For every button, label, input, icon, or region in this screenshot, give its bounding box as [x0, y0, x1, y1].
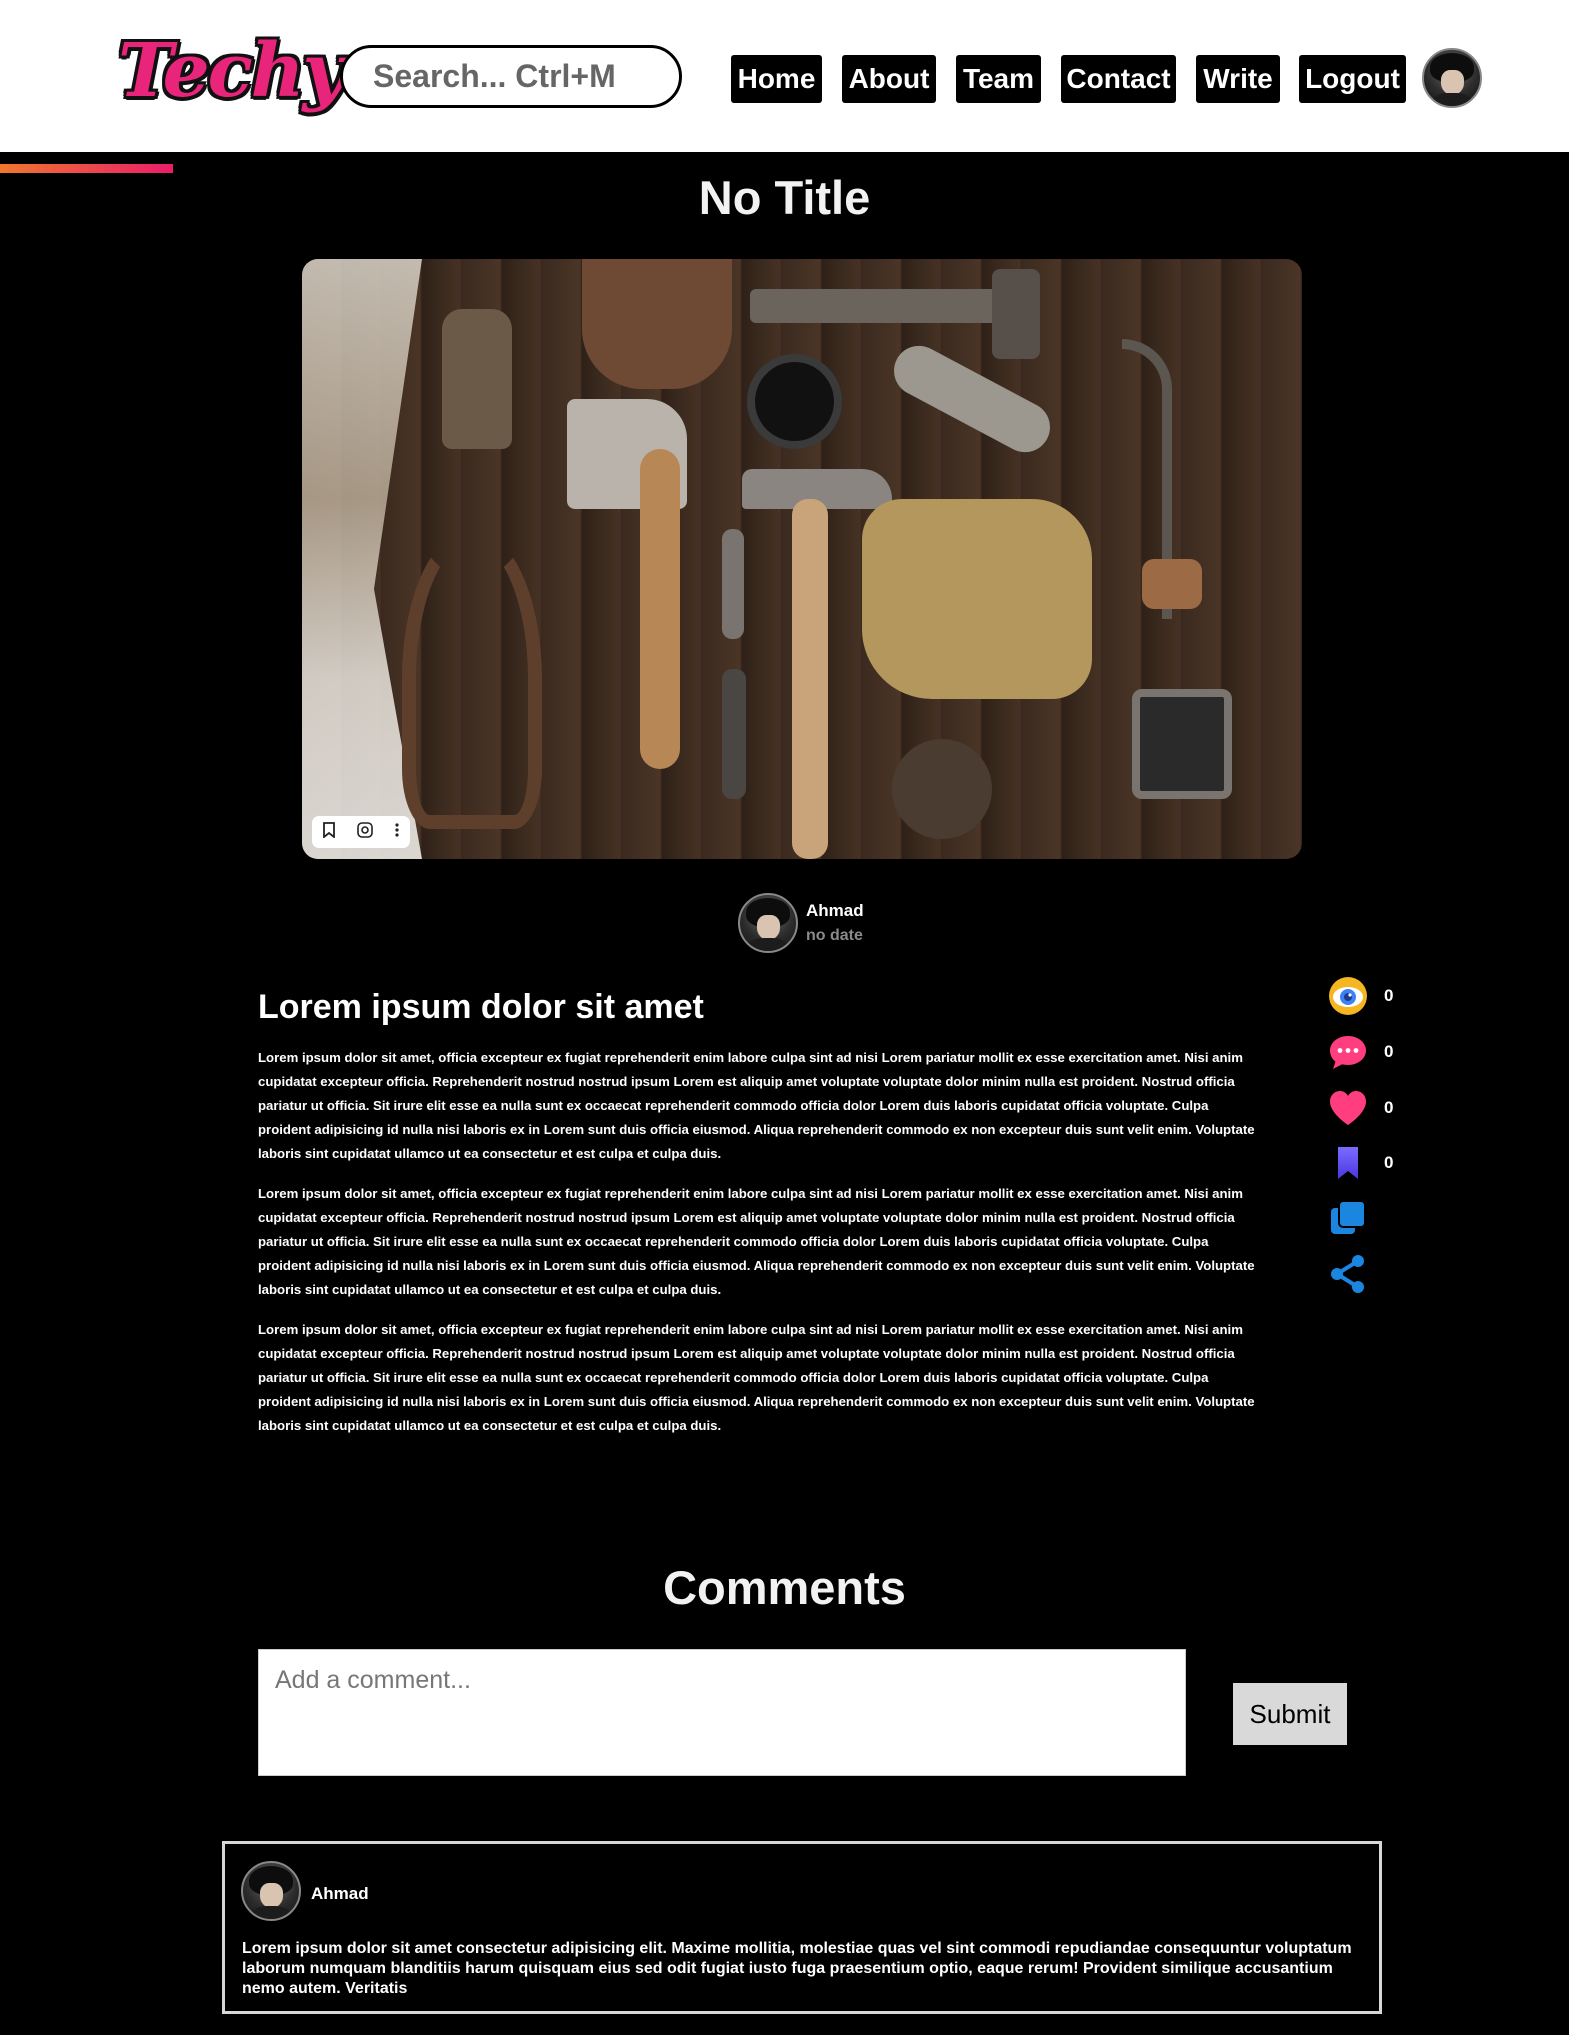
nav-about[interactable]: About [842, 55, 936, 103]
image-toolbar [312, 816, 410, 848]
more-vertical-icon[interactable] [394, 822, 400, 843]
bookmark-icon[interactable] [322, 821, 336, 843]
bookmarks-stat[interactable]: 0 [1328, 1141, 1428, 1185]
leather-pouch-shape [582, 259, 732, 389]
eye-icon [1329, 977, 1367, 1015]
ice-tongs-shape [402, 529, 542, 829]
axe-handle-shape [640, 449, 680, 769]
utility-knife-shape [722, 669, 746, 799]
pocket-knife-shape [722, 529, 744, 639]
nav-team[interactable]: Team [956, 55, 1041, 103]
author-avatar[interactable] [738, 893, 798, 953]
commenter-name[interactable]: Ahmad [311, 1884, 369, 1904]
user-avatar[interactable] [1422, 48, 1482, 108]
post-title: No Title [698, 171, 871, 224]
nav-logout[interactable]: Logout [1299, 55, 1406, 103]
chat-bubble-icon[interactable] [1328, 1033, 1368, 1071]
site-logo[interactable]: Techy [118, 28, 346, 114]
likes-count: 0 [1384, 1098, 1394, 1117]
tin-cup-shape [1132, 689, 1232, 799]
post-cover-image [302, 259, 1302, 859]
comments-stat[interactable]: 0 [1328, 1030, 1428, 1074]
search-input[interactable] [340, 45, 682, 108]
post-paragraph: Lorem ipsum dolor sit amet, officia exce… [258, 1050, 1255, 1161]
post-paragraph: Lorem ipsum dolor sit amet, officia exce… [258, 1186, 1255, 1297]
comment-input[interactable] [258, 1649, 1186, 1776]
lens-icon[interactable] [356, 821, 374, 844]
views-count: 0 [1384, 986, 1394, 1005]
share-icon[interactable] [1328, 1253, 1368, 1295]
comment-text: Lorem ipsum dolor sit amet consectetur a… [242, 1940, 1352, 1997]
copy-link-action[interactable] [1328, 1196, 1428, 1240]
heart-icon[interactable] [1328, 1089, 1368, 1127]
work-gloves-shape [862, 499, 1092, 699]
wooden-grip-shape [1142, 559, 1202, 609]
site-header: Techy Home About Team Contact Write Logo… [0, 0, 1569, 152]
commenter-avatar[interactable] [241, 1861, 301, 1921]
round-weight-shape [892, 739, 992, 839]
bookmark-icon[interactable] [1328, 1144, 1368, 1182]
hammer-head-shape [992, 269, 1040, 359]
hammer-bar-shape [750, 289, 1020, 323]
post-paragraph: Lorem ipsum dolor sit amet, officia exce… [258, 1322, 1255, 1433]
sheath-shape [442, 309, 512, 449]
comments-count: 0 [1384, 1042, 1394, 1061]
submit-comment-button[interactable]: Submit [1233, 1683, 1347, 1745]
nav-contact[interactable]: Contact [1061, 55, 1176, 103]
post-author: Ahmad no date [738, 893, 864, 953]
nav-write[interactable]: Write [1196, 55, 1280, 103]
post-heading: Lorem ipsum dolor sit amet [258, 988, 704, 1026]
views-stat: 0 [1328, 974, 1428, 1018]
share-action[interactable] [1328, 1252, 1428, 1296]
author-name[interactable]: Ahmad [806, 901, 864, 921]
bookmarks-count: 0 [1384, 1153, 1394, 1172]
claw-hammer-handle-shape [792, 499, 828, 859]
post-date: no date [806, 927, 863, 944]
likes-stat[interactable]: 0 [1328, 1086, 1428, 1130]
comment-item: Ahmad Lorem ipsum dolor sit amet consect… [222, 1841, 1382, 2014]
tape-measure-shape [747, 354, 842, 449]
copy-icon[interactable] [1328, 1198, 1368, 1238]
comments-title: Comments [663, 1561, 906, 1614]
nav-home[interactable]: Home [731, 55, 822, 103]
